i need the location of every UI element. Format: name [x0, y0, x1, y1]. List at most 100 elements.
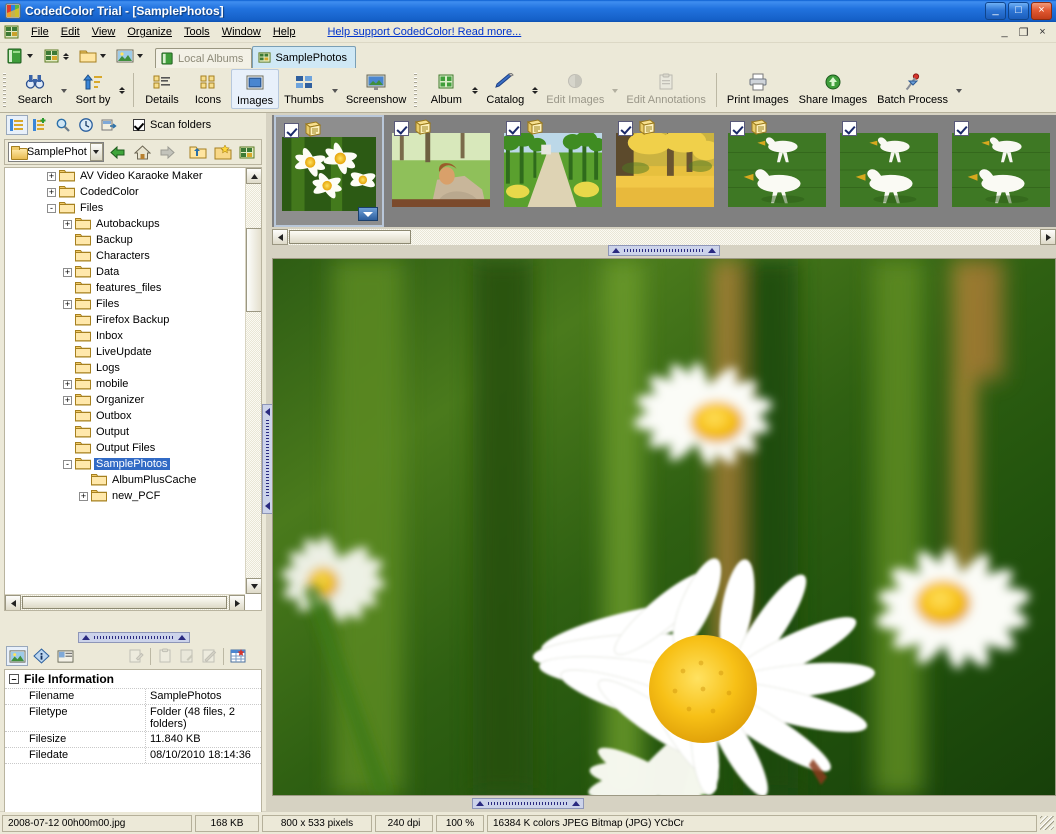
menu-item-organize[interactable]: Organize [121, 24, 178, 40]
tree-item-samplephotos[interactable]: - SamplePhotos [5, 456, 245, 472]
thumbnail-checkbox[interactable] [730, 121, 745, 136]
resize-grip[interactable] [1040, 816, 1054, 830]
folder-tree-hscroll-thumb[interactable] [22, 596, 227, 609]
tree-expander[interactable]: + [63, 395, 72, 405]
tree-expander[interactable]: - [47, 203, 56, 213]
folders-view-tab[interactable] [6, 115, 28, 135]
folder-tree-vscrollbar[interactable] [245, 168, 261, 594]
up-folder-button[interactable] [187, 142, 209, 162]
tree-item-files[interactable]: + Files [5, 296, 245, 312]
menu-item-window[interactable]: Window [216, 24, 267, 40]
icons-button[interactable]: Icons [185, 69, 231, 111]
tree-expander[interactable]: + [47, 187, 56, 197]
thumb-autumn[interactable] [610, 115, 720, 227]
tree-item-albumpluscache[interactable]: AlbumPlusCache [5, 472, 245, 488]
folder-tree-scroll-thumb[interactable] [246, 228, 261, 312]
mdi-minimize-button[interactable]: _ [998, 26, 1011, 39]
catalog-spin-button[interactable] [43, 47, 69, 65]
tree-item-firefox-backup[interactable]: Firefox Backup [5, 312, 245, 328]
filmstrip-scroll-right-button[interactable] [1040, 229, 1056, 245]
tree-item-autobackups[interactable]: + Autobackups [5, 216, 245, 232]
search-view-tab[interactable] [52, 115, 74, 135]
menu-item-edit[interactable]: Edit [55, 24, 86, 40]
tree-item-inbox[interactable]: Inbox [5, 328, 245, 344]
tree-item-files[interactable]: - Files [5, 200, 245, 216]
help-support-link[interactable]: Help support CodedColor! Read more... [327, 26, 521, 38]
scan-folders-checkbox[interactable]: Scan folders [133, 119, 211, 131]
menu-item-file[interactable]: File [25, 24, 55, 40]
thumbnail-checkbox[interactable] [618, 121, 633, 136]
menu-item-tools[interactable]: Tools [178, 24, 216, 40]
main-image-splitter[interactable] [472, 798, 584, 809]
thumb-egret-1[interactable] [722, 115, 832, 227]
filmstrip-scroll-thumb[interactable] [289, 230, 411, 244]
thumb-egret-3[interactable] [946, 115, 1056, 227]
tree-item-organizer[interactable]: + Organizer [5, 392, 245, 408]
recent-view-tab[interactable] [75, 115, 97, 135]
tree-expander[interactable]: - [63, 459, 72, 469]
thumb-daisies[interactable] [274, 115, 384, 227]
search-button[interactable]: Search [12, 69, 58, 111]
menu-item-help[interactable]: Help [267, 24, 302, 40]
tree-expander[interactable]: + [63, 379, 72, 389]
image-dropdown-button[interactable] [116, 48, 143, 64]
thumbnail-checkbox[interactable] [506, 121, 521, 136]
folder-dropdown-button[interactable] [79, 48, 106, 64]
tree-item-liveupdate[interactable]: LiveUpdate [5, 344, 245, 360]
mdi-close-button[interactable]: × [1036, 26, 1049, 39]
batch-process-dropdown-icon[interactable] [956, 88, 963, 93]
path-combo-dropdown-icon[interactable] [89, 143, 103, 161]
home-button[interactable] [132, 142, 154, 162]
menu-item-view[interactable]: View [86, 24, 122, 40]
collapse-icon[interactable]: – [9, 674, 19, 684]
new-folder-button[interactable] [212, 142, 234, 162]
tree-item-new-pcf[interactable]: + new_PCF [5, 488, 245, 504]
tree-item-mobile[interactable]: + mobile [5, 376, 245, 392]
tree-item-av-video-karaoke-maker[interactable]: + AV Video Karaoke Maker [5, 168, 245, 184]
close-button[interactable]: × [1031, 2, 1052, 20]
tree-item-features-files[interactable]: features_files [5, 280, 245, 296]
print-images-button[interactable]: Print Images [722, 69, 794, 111]
image-info-tab[interactable] [6, 646, 28, 666]
sort-by-button[interactable]: Sort by [70, 69, 116, 111]
details-button[interactable]: Details [139, 69, 185, 111]
tree-item-output-files[interactable]: Output Files [5, 440, 245, 456]
thumbnail-dropdown-button[interactable] [358, 207, 378, 221]
tab-samplephotos[interactable]: SamplePhotos [252, 46, 356, 68]
scroll-left-button[interactable] [5, 595, 21, 610]
tab-local-albums[interactable]: Local Albums [155, 48, 253, 68]
thumb-path[interactable] [498, 115, 608, 227]
mdi-restore-button[interactable]: ❐ [1017, 26, 1030, 39]
toolbar-gripper-2[interactable] [414, 73, 421, 107]
thumbnail-checkbox[interactable] [842, 121, 857, 136]
tree-item-codedcolor[interactable]: + CodedColor [5, 184, 245, 200]
tree-expander[interactable]: + [63, 267, 72, 277]
file-information-header[interactable]: – File Information [5, 670, 261, 689]
tree-item-output[interactable]: Output [5, 424, 245, 440]
scroll-right-button[interactable] [229, 595, 245, 610]
search-dropdown-icon[interactable] [61, 88, 67, 93]
folder-tree[interactable]: + AV Video Karaoke Maker + CodedColor - Files… [4, 167, 262, 611]
catalog-spin-icon[interactable] [532, 87, 539, 94]
thumb-egret-2[interactable] [834, 115, 944, 227]
scroll-up-button[interactable] [246, 168, 261, 184]
tree-expander[interactable]: + [63, 299, 72, 309]
sort-by-spin-icon[interactable] [119, 87, 125, 94]
minimize-button[interactable]: _ [985, 2, 1006, 20]
thumbs-dropdown-icon[interactable] [331, 88, 338, 93]
tree-expander[interactable]: + [63, 219, 72, 229]
preview-tab[interactable] [54, 646, 76, 666]
thumbnail-checkbox[interactable] [954, 121, 969, 136]
images-button[interactable]: Images [231, 69, 280, 109]
tree-item-outbox[interactable]: Outbox [5, 408, 245, 424]
tree-item-data[interactable]: + Data [5, 264, 245, 280]
maximize-button[interactable]: □ [1008, 2, 1029, 20]
refresh-albums-button[interactable] [236, 142, 258, 162]
album-dropdown-button[interactable] [6, 47, 33, 65]
thumbnail-checkbox[interactable] [284, 123, 299, 138]
tree-item-characters[interactable]: Characters [5, 248, 245, 264]
filmstrip-splitter[interactable] [608, 245, 720, 256]
tree-expander[interactable]: + [47, 171, 56, 181]
filmstrip-scroll-left-button[interactable] [272, 229, 288, 245]
transfer-view-tab[interactable] [98, 115, 120, 135]
